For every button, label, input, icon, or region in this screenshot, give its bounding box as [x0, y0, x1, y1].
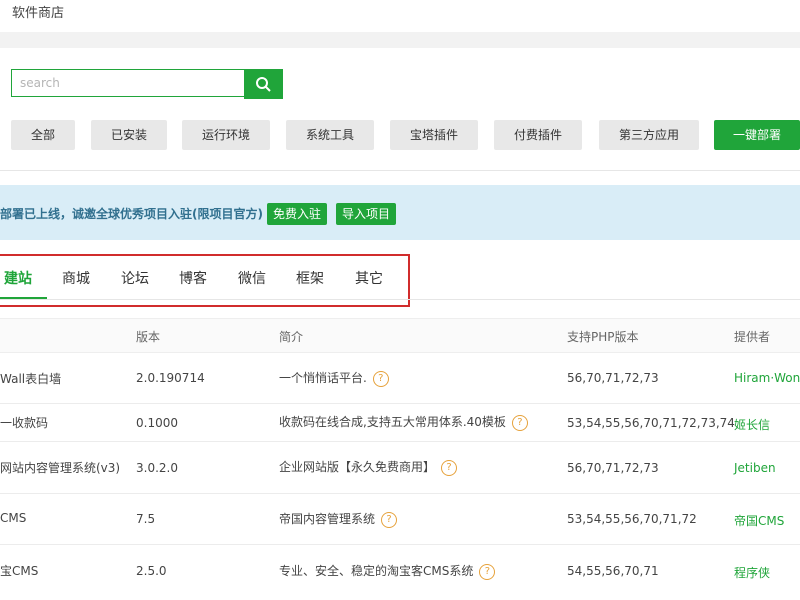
row-name: Wall表白墙	[0, 372, 62, 386]
category-third-party-button[interactable]: 第三方应用	[599, 120, 699, 150]
notice-text: 部署已上线，诚邀全球优秀项目入驻(限项目官方)	[0, 207, 263, 221]
row-name: CMS	[0, 511, 27, 525]
row-name: 网站内容管理系统(v3)	[0, 461, 121, 475]
category-paid-plugins-button[interactable]: 付费插件	[494, 120, 582, 150]
row-description: 收款码在线合成,支持五大常用体系.40模板?	[279, 413, 528, 431]
row-version: 2.5.0	[136, 564, 167, 578]
row-provider-link[interactable]: 程序侠	[734, 564, 770, 581]
table-row	[0, 351, 800, 404]
row-php-versions: 53,54,55,56,70,71,72	[567, 512, 697, 526]
search-input[interactable]	[11, 69, 253, 97]
row-provider-link[interactable]: 姬长信	[734, 416, 770, 433]
page-title: 软件商店	[12, 6, 65, 21]
row-description: 帝国内容管理系统?	[279, 510, 398, 528]
search-bar	[11, 69, 283, 99]
free-join-button[interactable]: 免费入驻	[267, 203, 328, 225]
row-php-versions: 56,70,71,72,73	[567, 461, 659, 475]
row-version: 0.1000	[136, 416, 178, 430]
row-provider-link[interactable]: Jetiben	[734, 461, 776, 475]
row-description: 一个悄悄话平台.?	[279, 369, 389, 387]
row-description: 企业网站版【永久免费商用】?	[279, 458, 458, 476]
row-version: 3.0.2.0	[136, 461, 178, 475]
help-icon[interactable]: ?	[381, 511, 398, 528]
row-description: 专业、安全、稳定的淘宝客CMS系统?	[279, 562, 496, 580]
search-button[interactable]	[244, 69, 283, 99]
help-icon[interactable]: ?	[372, 370, 389, 387]
import-project-button[interactable]: 导入项目	[336, 203, 397, 225]
column-header-provider: 提供者	[734, 330, 771, 344]
tabs-divider	[0, 299, 800, 300]
tab-forum[interactable]: 论坛	[121, 268, 149, 288]
row-name: 宝CMS	[0, 564, 39, 578]
category-bt-plugins-button[interactable]: 宝塔插件	[390, 120, 478, 150]
row-version: 2.0.190714	[136, 371, 205, 385]
column-header-php: 支持PHP版本	[567, 330, 639, 344]
help-icon[interactable]: ?	[441, 459, 458, 476]
row-php-versions: 56,70,71,72,73	[567, 371, 659, 385]
row-provider-link[interactable]: Hiram·Won	[734, 371, 800, 385]
title-bar: 软件商店	[0, 0, 800, 32]
help-icon[interactable]: ?	[479, 563, 496, 580]
table-header	[0, 318, 800, 353]
tab-other[interactable]: 其它	[355, 268, 383, 288]
help-icon[interactable]: ?	[511, 414, 528, 431]
tab-blog[interactable]: 博客	[179, 268, 207, 288]
row-provider-link[interactable]: 帝国CMS	[734, 512, 784, 529]
row-php-versions: 53,54,55,56,70,71,72,73,74	[567, 416, 735, 430]
row-name: 一收款码	[0, 416, 49, 430]
search-icon	[256, 77, 271, 92]
column-header-version: 版本	[136, 330, 161, 344]
row-version: 7.5	[136, 512, 156, 526]
column-header-description: 简介	[279, 330, 304, 344]
tab-website[interactable]: 建站	[4, 268, 32, 288]
category-runtime-button[interactable]: 运行环境	[182, 120, 270, 150]
row-php-versions: 54,55,56,70,71	[567, 564, 659, 578]
tab-shop[interactable]: 商城	[62, 268, 90, 288]
category-system-tools-button[interactable]: 系统工具	[286, 120, 374, 150]
category-one-click-deploy-button[interactable]: 一键部署	[714, 120, 800, 150]
divider	[0, 170, 800, 171]
category-all-button[interactable]: 全部	[11, 120, 75, 150]
category-installed-button[interactable]: 已安装	[91, 120, 167, 150]
header-divider	[0, 32, 800, 48]
tab-framework[interactable]: 框架	[296, 268, 324, 288]
tab-wechat[interactable]: 微信	[238, 268, 266, 288]
notice-banner: 部署已上线，诚邀全球优秀项目入驻(限项目官方)	[0, 185, 800, 240]
